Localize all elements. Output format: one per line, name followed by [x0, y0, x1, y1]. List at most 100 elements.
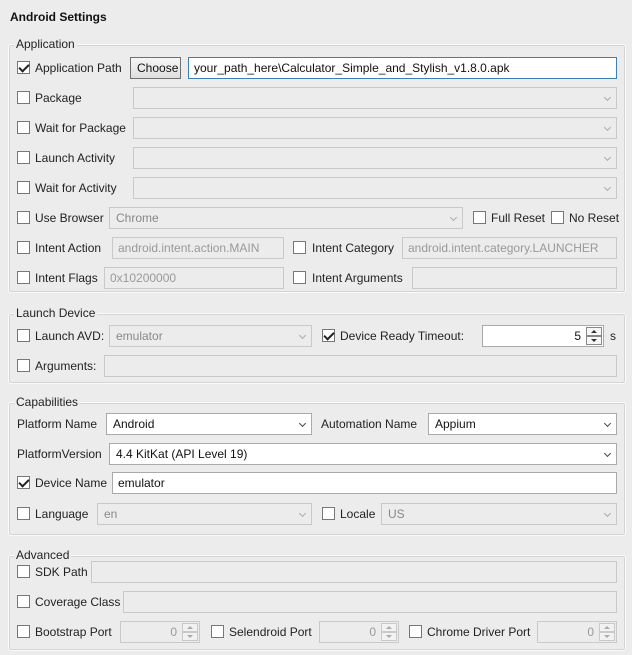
arguments-checkbox[interactable] — [17, 359, 30, 372]
platform-name-combo[interactable]: Android — [106, 413, 312, 435]
no-reset-label: No Reset — [569, 211, 620, 225]
selendroid-port-checkbox[interactable] — [211, 625, 224, 638]
no-reset-checkbox[interactable] — [551, 211, 564, 224]
chevron-down-icon — [603, 153, 612, 162]
intent-category-checkbox[interactable] — [293, 241, 306, 254]
package-combo[interactable] — [133, 87, 617, 109]
chevron-down-icon — [298, 419, 307, 428]
intent-arguments-input[interactable] — [412, 267, 617, 289]
row-sdk-path: SDK Path — [9, 561, 625, 583]
row-launch-activity: Launch Activity — [9, 147, 625, 169]
sdk-path-input[interactable] — [91, 561, 617, 583]
bootstrap-port-stepper[interactable]: 0 — [120, 621, 200, 643]
advanced-legend: Advanced — [14, 548, 72, 562]
intent-action-label: Intent Action — [35, 241, 102, 255]
launch-device-group: Launch Device Launch AVD: emulator Devic… — [8, 306, 626, 384]
stepper-spin — [182, 623, 198, 641]
chrome-driver-port-checkbox[interactable] — [409, 625, 422, 638]
selendroid-port-stepper[interactable]: 0 — [319, 621, 399, 643]
locale-checkbox[interactable] — [322, 507, 335, 520]
bootstrap-port-checkbox[interactable] — [17, 625, 30, 638]
window-title: Android Settings — [10, 10, 107, 24]
sdk-path-checkbox[interactable] — [17, 565, 30, 578]
coverage-class-input[interactable] — [123, 591, 617, 613]
spin-down-icon[interactable] — [586, 336, 602, 345]
coverage-class-label: Coverage Class — [35, 595, 121, 609]
intent-category-input[interactable]: android.intent.category.LAUNCHER — [402, 237, 617, 259]
language-combo[interactable]: en — [97, 503, 312, 525]
device-ready-timeout-stepper[interactable]: 5 — [482, 325, 604, 347]
choose-button[interactable]: Choose — [130, 57, 181, 79]
coverage-class-checkbox[interactable] — [17, 595, 30, 608]
wait-activity-label: Wait for Activity — [35, 181, 117, 195]
full-reset-checkbox[interactable] — [473, 211, 486, 224]
stepper-spin — [599, 623, 615, 641]
row-use-browser: Use Browser Chrome Full Reset No Reset — [9, 207, 625, 229]
package-checkbox[interactable] — [17, 91, 30, 104]
avd-value: emulator — [116, 329, 163, 343]
row-intent-action: Intent Action android.intent.action.MAIN… — [9, 237, 625, 259]
avd-combo[interactable]: emulator — [109, 325, 312, 347]
device-name-input[interactable]: emulator — [112, 472, 617, 494]
platform-version-label: PlatformVersion — [17, 447, 102, 461]
chevron-down-icon — [603, 509, 612, 518]
full-reset-label: Full Reset — [491, 211, 546, 225]
automation-name-label: Automation Name — [321, 417, 418, 431]
chevron-down-icon — [298, 331, 307, 340]
intent-arguments-checkbox[interactable] — [293, 271, 306, 284]
application-path-checkbox[interactable] — [17, 61, 30, 74]
row-ports: Bootstrap Port 0 Selendroid Port 0 Chrom… — [9, 621, 625, 643]
application-path-label: Application Path — [35, 61, 122, 75]
automation-name-combo[interactable]: Appium — [428, 413, 617, 435]
row-platform-name: Platform Name Android Automation Name Ap… — [9, 413, 625, 435]
chevron-down-icon — [603, 449, 612, 458]
use-browser-checkbox[interactable] — [17, 211, 30, 224]
chevron-down-icon — [603, 419, 612, 428]
application-path-input[interactable]: your_path_here\Calculator_Simple_and_Sty… — [188, 57, 617, 79]
stepper-spin — [586, 327, 602, 345]
row-arguments: Arguments: — [9, 355, 625, 377]
launch-avd-checkbox[interactable] — [17, 329, 30, 342]
intent-action-checkbox[interactable] — [17, 241, 30, 254]
spin-up-icon[interactable] — [599, 623, 615, 632]
chrome-driver-port-value: 0 — [587, 625, 594, 639]
device-ready-timeout-checkbox[interactable] — [322, 329, 335, 342]
arguments-input[interactable] — [104, 355, 617, 377]
chrome-driver-port-stepper[interactable]: 0 — [537, 621, 617, 643]
package-label: Package — [35, 91, 82, 105]
platform-name-label: Platform Name — [17, 417, 98, 431]
use-browser-label: Use Browser — [35, 211, 104, 225]
device-name-checkbox[interactable] — [17, 476, 30, 489]
intent-flags-input[interactable]: 0x10200000 — [104, 267, 284, 289]
row-language: Language en Locale US — [9, 503, 625, 525]
language-checkbox[interactable] — [17, 507, 30, 520]
launch-device-legend: Launch Device — [14, 306, 98, 320]
wait-activity-combo[interactable] — [133, 177, 617, 199]
chevron-down-icon — [603, 183, 612, 192]
device-name-label: Device Name — [35, 476, 108, 490]
spin-up-icon[interactable] — [182, 623, 198, 632]
launch-activity-checkbox[interactable] — [17, 151, 30, 164]
spin-down-icon[interactable] — [182, 632, 198, 641]
spin-up-icon[interactable] — [381, 623, 397, 632]
bootstrap-port-label: Bootstrap Port — [35, 625, 112, 639]
spin-up-icon[interactable] — [586, 327, 602, 336]
intent-flags-checkbox[interactable] — [17, 271, 30, 284]
launch-activity-label: Launch Activity — [35, 151, 116, 165]
intent-action-input[interactable]: android.intent.action.MAIN — [112, 237, 284, 259]
row-wait-package: Wait for Package — [9, 117, 625, 139]
locale-combo[interactable]: US — [381, 503, 617, 525]
chrome-driver-port-label: Chrome Driver Port — [427, 625, 531, 639]
spin-down-icon[interactable] — [599, 632, 615, 641]
device-ready-timeout-label: Device Ready Timeout: — [340, 329, 465, 343]
wait-activity-checkbox[interactable] — [17, 181, 30, 194]
launch-activity-combo[interactable] — [133, 147, 617, 169]
row-launch-avd: Launch AVD: emulator Device Ready Timeou… — [9, 325, 625, 347]
browser-combo[interactable]: Chrome — [109, 207, 463, 229]
device-ready-timeout-value: 5 — [574, 329, 581, 343]
wait-package-checkbox[interactable] — [17, 121, 30, 134]
platform-version-combo[interactable]: 4.4 KitKat (API Level 19) — [109, 443, 617, 465]
wait-package-combo[interactable] — [133, 117, 617, 139]
row-application-path: Application Path Choose your_path_here\C… — [9, 57, 625, 79]
spin-down-icon[interactable] — [381, 632, 397, 641]
